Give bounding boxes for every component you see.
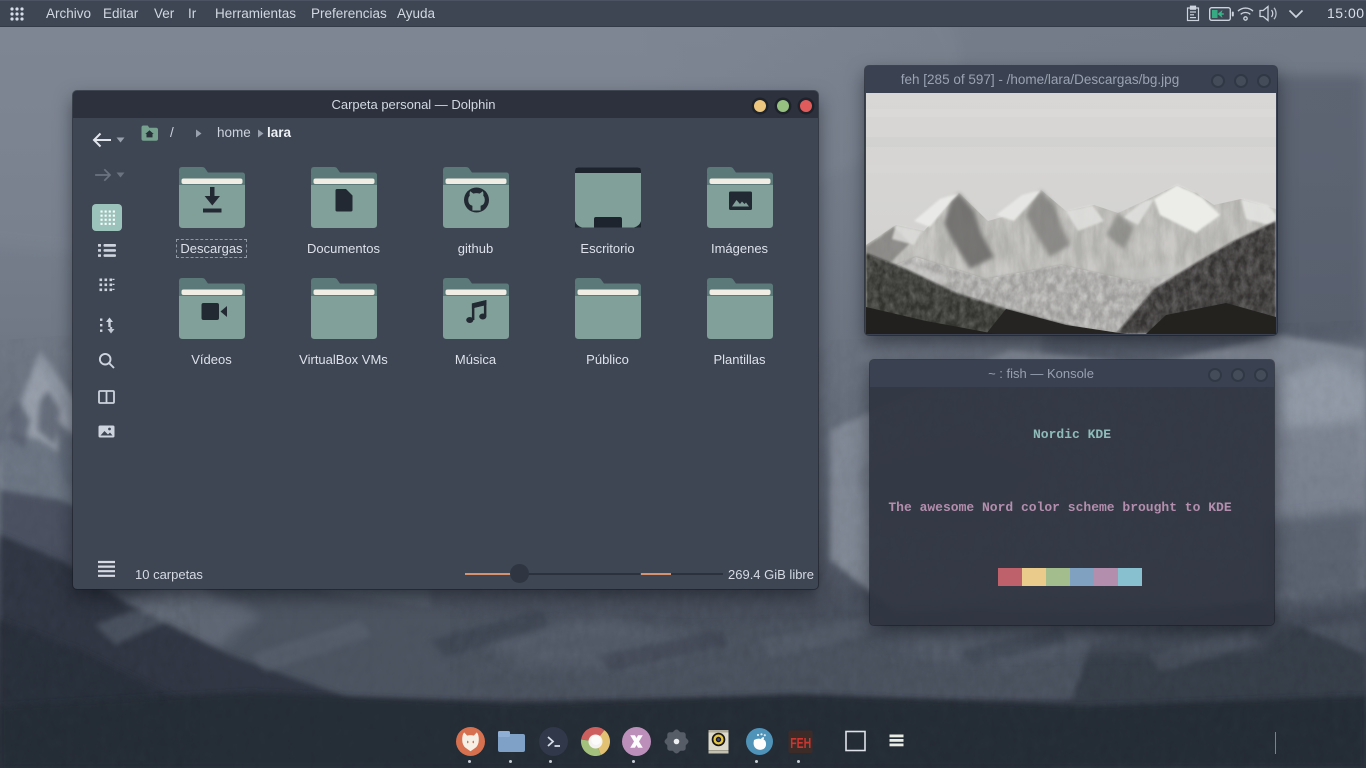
svg-text:FEH: FEH (790, 735, 811, 752)
